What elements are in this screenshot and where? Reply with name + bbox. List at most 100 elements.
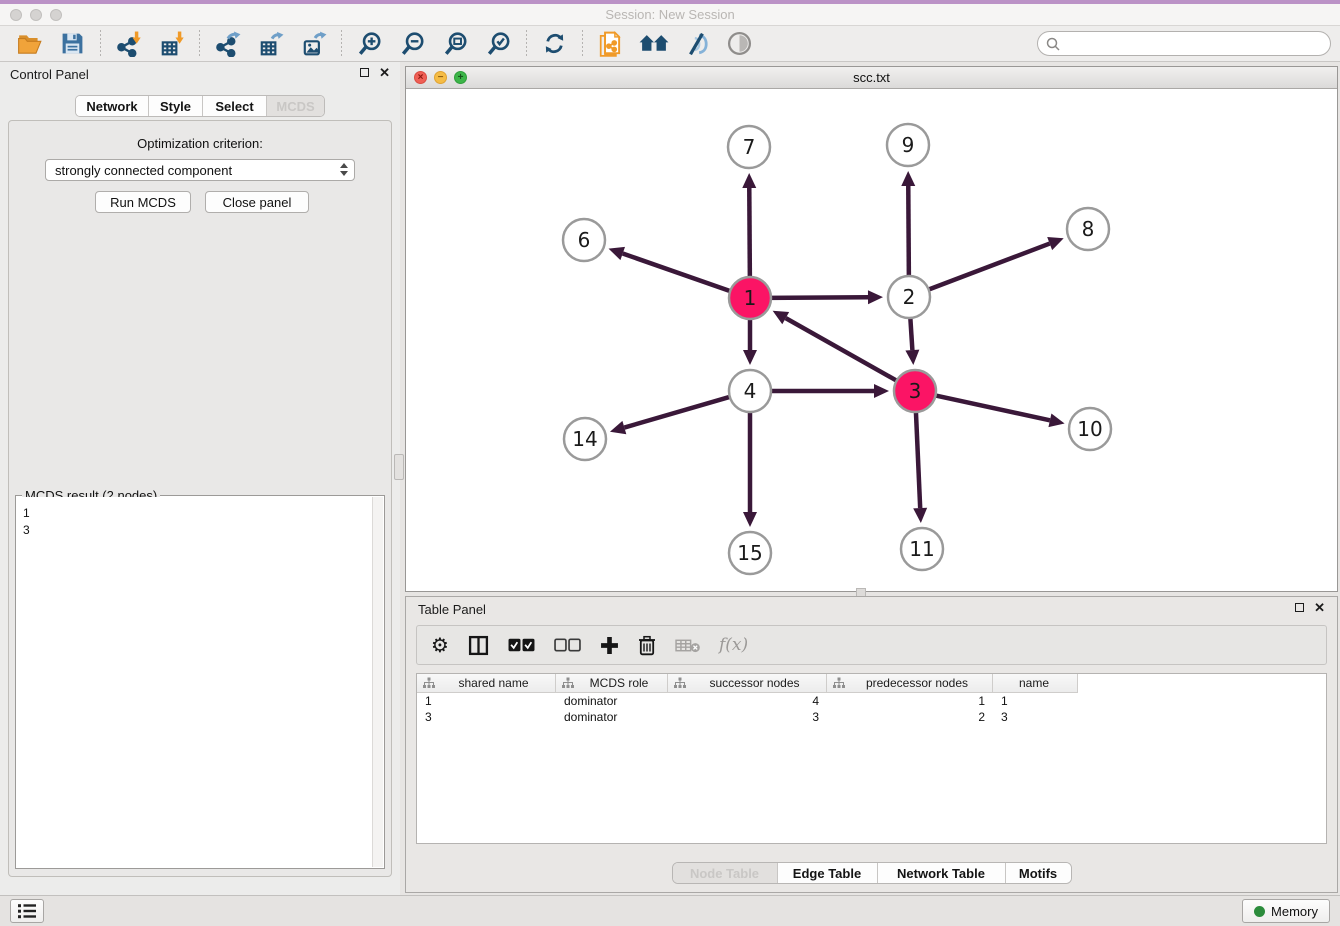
tab-motifs[interactable]: Motifs — [1005, 863, 1071, 883]
network-window-title: scc.txt — [406, 67, 1337, 88]
deselect-all-button[interactable] — [554, 638, 581, 653]
hide-graphics-details-button[interactable] — [675, 29, 718, 59]
export-image-icon — [301, 31, 327, 57]
table-panel: Table Panel ✕ ⚙ — [405, 596, 1338, 893]
graph-node-label: 11 — [909, 537, 934, 561]
table-row[interactable]: 1 dominator 4 1 1 — [417, 693, 1326, 709]
graph-edge-2-8[interactable] — [927, 244, 1050, 291]
vertical-splitter-grip[interactable] — [394, 454, 404, 480]
search-icon — [1045, 36, 1061, 57]
tab-network[interactable]: Network — [76, 96, 148, 116]
toolbar-separator — [526, 30, 527, 58]
close-panel-button[interactable]: Close panel — [205, 191, 309, 213]
network-window-titlebar[interactable]: × − + scc.txt — [406, 67, 1337, 89]
main-titlebar: Session: New Session — [0, 4, 1340, 26]
save-session-button[interactable] — [51, 29, 94, 59]
graph-node-label: 9 — [902, 133, 915, 157]
run-mcds-button[interactable]: Run MCDS — [95, 191, 191, 213]
select-all-button[interactable] — [508, 638, 535, 653]
graph-node-label: 8 — [1082, 217, 1095, 241]
close-panel-icon[interactable]: ✕ — [379, 66, 390, 79]
graph-edge-1-7[interactable] — [749, 188, 750, 279]
hierarchy-icon — [674, 677, 686, 689]
tab-network-table[interactable]: Network Table — [877, 863, 1005, 883]
export-image-button[interactable] — [292, 29, 335, 59]
zoom-out-button[interactable] — [391, 29, 434, 59]
result-item[interactable]: 1 — [23, 505, 372, 522]
delete-row-button[interactable] — [638, 635, 656, 656]
main-toolbar — [0, 26, 1340, 62]
zoom-fit-button[interactable] — [434, 29, 477, 59]
refresh-icon — [542, 31, 567, 56]
close-window-button[interactable] — [10, 9, 22, 21]
minimize-window-button[interactable] — [30, 9, 42, 21]
graph-edge-3-10[interactable] — [934, 395, 1050, 420]
column-header-shared-name[interactable]: shared name — [417, 674, 556, 693]
delete-column-button[interactable] — [675, 638, 700, 653]
graph-edge-2-3[interactable] — [910, 316, 912, 350]
tab-node-table[interactable]: Node Table — [673, 863, 777, 883]
tab-edge-table[interactable]: Edge Table — [777, 863, 877, 883]
graph-edge-arrowhead — [610, 421, 626, 434]
criterion-dropdown[interactable]: strongly connected component — [45, 159, 355, 181]
column-header-name[interactable]: name — [993, 674, 1078, 693]
import-network-button[interactable] — [107, 29, 150, 59]
gear-icon: ⚙ — [431, 635, 449, 655]
close-panel-icon[interactable]: ✕ — [1314, 601, 1325, 614]
mcds-result-list[interactable]: 1 3 — [17, 497, 372, 867]
table-settings-button[interactable]: ⚙ — [431, 635, 449, 655]
function-builder-button[interactable]: f(x) — [719, 635, 748, 655]
export-network-button[interactable] — [206, 29, 249, 59]
tab-style[interactable]: Style — [148, 96, 202, 116]
search-input[interactable] — [1037, 31, 1331, 56]
network-maximize-button[interactable]: + — [454, 71, 467, 84]
open-session-button[interactable] — [8, 29, 51, 59]
graph-edge-3-1[interactable] — [786, 318, 899, 382]
network-minimize-button[interactable]: − — [434, 71, 447, 84]
graph-edge-arrowhead — [901, 171, 915, 186]
table-row[interactable]: 3 dominator 3 2 3 — [417, 709, 1326, 725]
main-area: Control Panel ✕ Network Style Select MCD… — [0, 62, 1340, 895]
column-header-predecessor-nodes[interactable]: predecessor nodes — [827, 674, 993, 693]
column-header-successor-nodes[interactable]: successor nodes — [668, 674, 827, 693]
float-panel-icon[interactable] — [360, 68, 369, 77]
memory-button[interactable]: Memory — [1242, 899, 1330, 923]
graph-edge-1-2[interactable] — [769, 297, 868, 298]
tab-mcds[interactable]: MCDS — [266, 96, 324, 116]
network-file-button[interactable] — [589, 29, 632, 59]
graph-edge-4-14[interactable] — [624, 396, 731, 427]
delete-column-icon — [675, 638, 700, 653]
add-row-button[interactable] — [600, 636, 619, 655]
zoom-selected-button[interactable] — [477, 29, 520, 59]
columns-icon — [468, 635, 489, 656]
result-item[interactable]: 3 — [23, 522, 372, 539]
zoom-fit-icon — [443, 31, 469, 57]
zoom-out-icon — [400, 31, 426, 57]
zoom-selected-icon — [486, 31, 512, 57]
graph-edge-3-11[interactable] — [916, 410, 920, 508]
export-table-button[interactable] — [249, 29, 292, 59]
toolbar-separator — [199, 30, 200, 58]
result-scrollbar[interactable] — [372, 497, 383, 867]
maximize-window-button[interactable] — [50, 9, 62, 21]
import-table-button[interactable] — [150, 29, 193, 59]
show-columns-button[interactable] — [468, 635, 489, 656]
graph-node-label: 2 — [903, 285, 916, 309]
home-button[interactable] — [632, 29, 675, 59]
tab-select[interactable]: Select — [202, 96, 266, 116]
deselect-all-icon — [554, 638, 581, 653]
graph-edge-2-9[interactable] — [908, 186, 909, 278]
task-history-button[interactable] — [10, 899, 44, 923]
float-panel-icon[interactable] — [1295, 603, 1304, 612]
open-folder-icon — [17, 31, 43, 57]
network-canvas[interactable]: 1234678910111415 — [406, 89, 1337, 591]
refresh-button[interactable] — [533, 29, 576, 59]
optimization-criterion-label: Optimization criterion: — [9, 136, 391, 151]
mcds-panel: Optimization criterion: strongly connect… — [8, 120, 392, 877]
network-graph[interactable]: 1234678910111415 — [406, 89, 1337, 591]
zoom-in-button[interactable] — [348, 29, 391, 59]
network-close-button[interactable]: × — [414, 71, 427, 84]
show-details-button[interactable] — [718, 29, 761, 59]
graph-edge-1-6[interactable] — [623, 254, 732, 292]
column-header-mcds-role[interactable]: MCDS role — [556, 674, 668, 693]
